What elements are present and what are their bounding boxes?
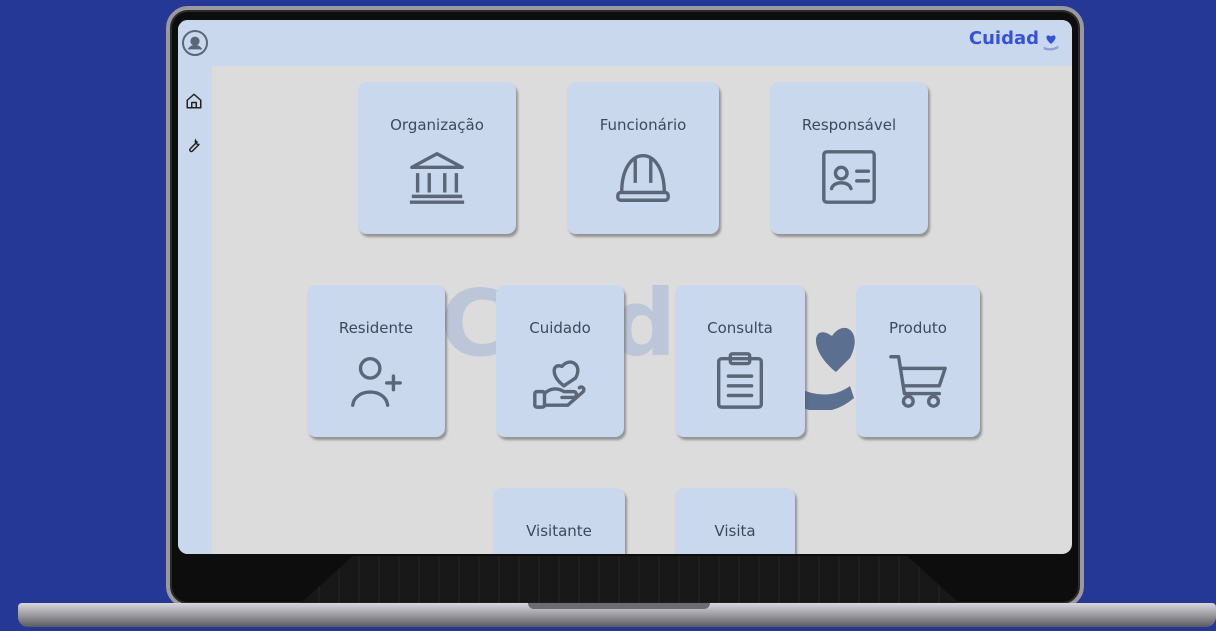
card-produto[interactable]: Produto	[856, 285, 980, 437]
bank-icon	[406, 146, 468, 208]
hard-hat-icon	[612, 146, 674, 208]
add-user-icon	[345, 349, 407, 411]
card-label: Visita	[714, 522, 756, 540]
id-card-icon	[818, 146, 880, 208]
card-label: Responsável	[801, 116, 897, 134]
card-residente[interactable]: Residente	[307, 285, 445, 437]
card-label: Organização	[390, 116, 484, 134]
card-consulta[interactable]: Consulta	[675, 285, 805, 437]
visitor-icon	[528, 552, 590, 554]
card-label: Cuidado	[529, 319, 591, 337]
card-organizacao[interactable]: Organização	[358, 82, 516, 234]
cart-icon	[887, 349, 949, 411]
home-icon[interactable]	[185, 92, 203, 110]
brand-name: Cuidad	[968, 28, 1039, 49]
clipboard-icon	[709, 349, 771, 411]
brand-heart-icon	[1043, 35, 1059, 51]
card-cuidado[interactable]: Cuidado	[496, 285, 624, 437]
card-label: Residente	[338, 319, 414, 337]
top-bar	[178, 20, 1072, 66]
card-label: Produto	[889, 319, 947, 337]
wrench-icon[interactable]	[185, 136, 203, 154]
brand-logo: Cuidad	[969, 28, 1062, 53]
card-visita[interactable]: Visita	[675, 488, 795, 554]
card-label: Visitante	[526, 522, 592, 540]
card-label: Consulta	[707, 319, 773, 337]
app-screen: Cuidad Cuid Organização Funcionário	[178, 20, 1072, 554]
card-responsavel[interactable]: Responsável	[770, 82, 928, 234]
card-visitante[interactable]: Visitante	[493, 488, 625, 554]
profile-avatar-icon[interactable]	[182, 30, 208, 56]
heart-hand-icon	[529, 349, 591, 411]
card-label: Funcionário	[599, 116, 687, 134]
keyboard-reflection	[300, 556, 960, 604]
card-funcionario[interactable]: Funcionário	[567, 82, 719, 234]
visit-icon	[704, 552, 766, 554]
laptop-notch	[528, 603, 710, 609]
